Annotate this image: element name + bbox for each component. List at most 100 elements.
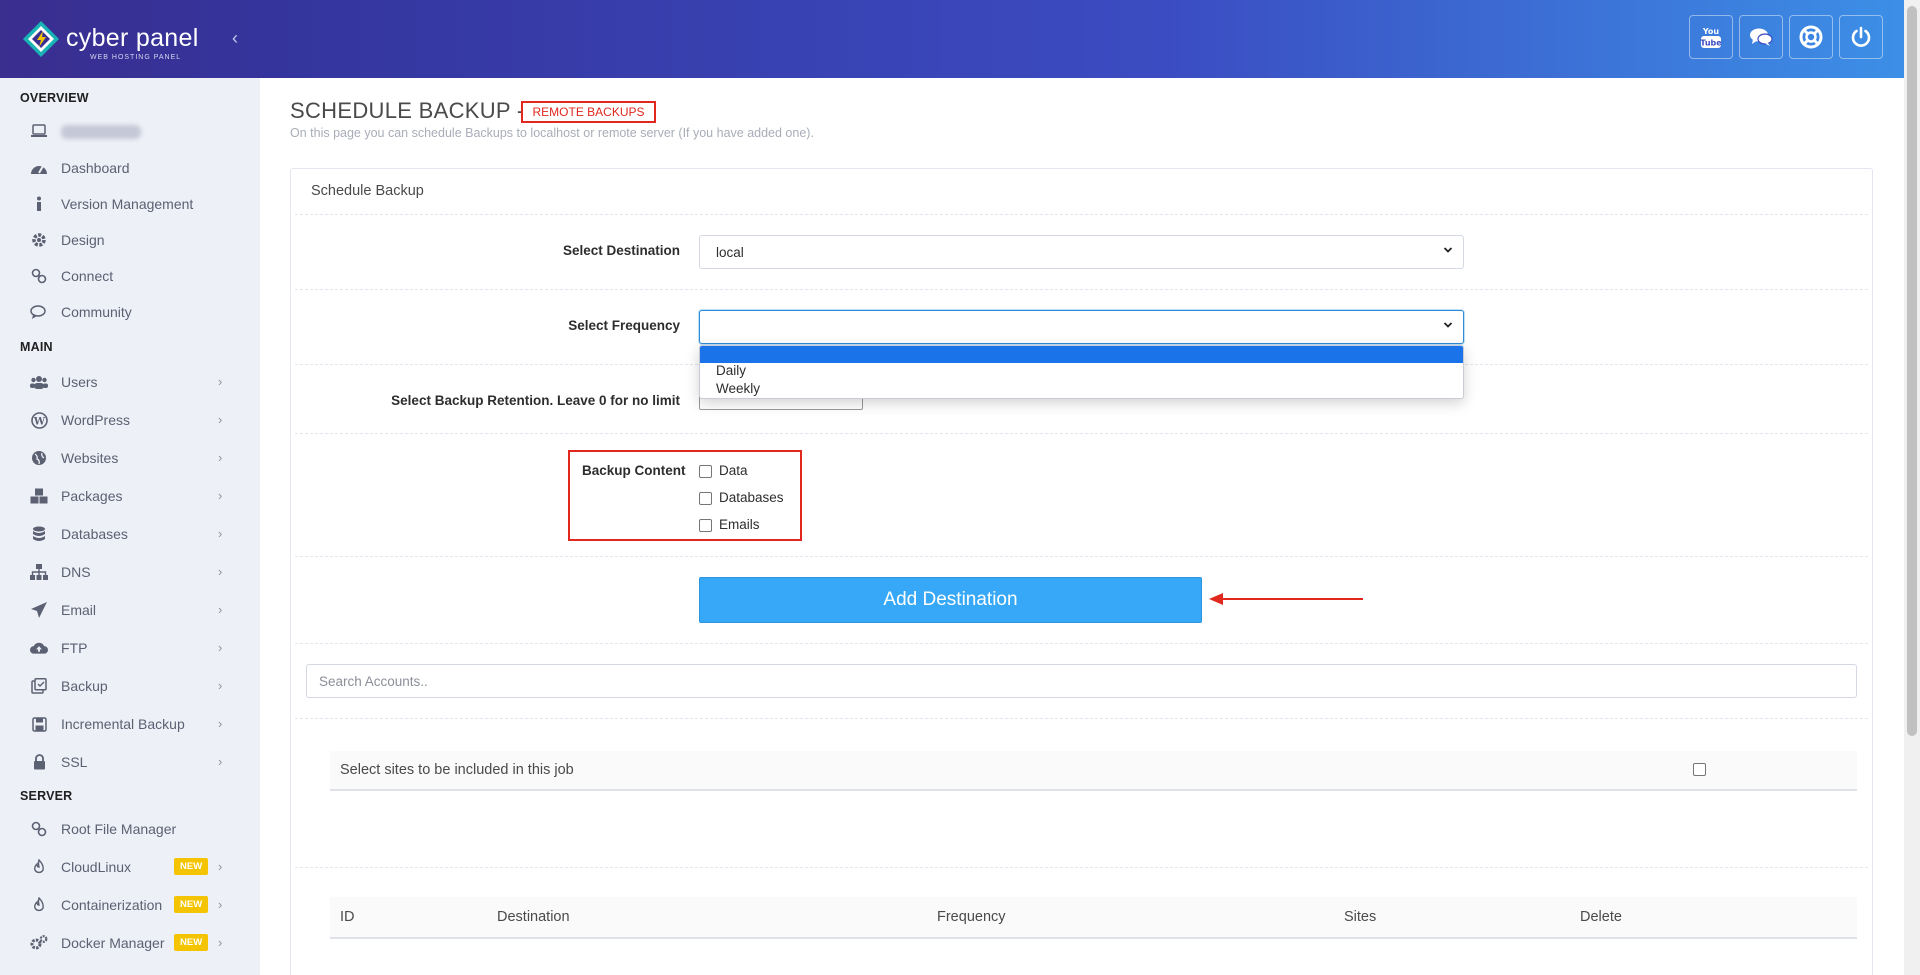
sidebar-item-version-management[interactable]: Version Management (0, 187, 260, 221)
select-all-sites-checkbox[interactable] (1693, 763, 1706, 776)
sidebar-item-websites[interactable]: Websites › (0, 441, 260, 475)
sidebar-item-wordpress[interactable]: W WordPress › (0, 403, 260, 437)
chevron-down-icon (1443, 322, 1453, 328)
frequency-label: Select Frequency (568, 318, 680, 333)
sidebar-item-ssl[interactable]: SSL › (0, 745, 260, 779)
destination-value: local (716, 244, 744, 260)
power-icon (1851, 26, 1871, 47)
support-button[interactable] (1789, 15, 1833, 59)
data-checkbox[interactable] (699, 465, 712, 478)
frequency-option-weekly[interactable]: Weekly (716, 381, 760, 396)
frequency-select[interactable] (699, 310, 1464, 344)
sidebar-item-label: Packages (61, 488, 123, 504)
globe-icon (30, 449, 48, 467)
sidebar-item-email[interactable]: Email › (0, 593, 260, 627)
power-button[interactable] (1839, 15, 1883, 59)
brand-tagline: WEB HOSTING PANEL (90, 54, 182, 61)
chevron-right-icon: › (218, 897, 223, 912)
chat-icon (30, 303, 48, 321)
column-header-id: ID (340, 909, 355, 925)
youtube-button[interactable]: You Tube (1689, 15, 1733, 59)
users-icon (30, 373, 48, 391)
destination-select[interactable]: local (699, 235, 1464, 269)
cloud-upload-icon (30, 639, 48, 657)
sidebar-item-dashboard[interactable]: Dashboard (0, 151, 260, 185)
page-subtitle: On this page you can schedule Backups to… (290, 126, 814, 140)
dropdown-highlight[interactable] (700, 346, 1463, 363)
section-main: MAIN (20, 340, 53, 354)
sidebar-item-label: Databases (61, 526, 128, 542)
sites-label: Select sites to be included in this job (340, 762, 574, 778)
wordpress-icon: W (30, 411, 48, 429)
divider (295, 867, 1868, 868)
sidebar-item-packages[interactable]: Packages › (0, 479, 260, 513)
sidebar-item-label: DNS (61, 564, 91, 580)
sidebar-item-label: Version Management (61, 196, 194, 212)
destination-label: Select Destination (562, 243, 680, 258)
sidebar-item-docker-manager[interactable]: Docker Manager NEW › (0, 926, 260, 960)
packages-icon (30, 487, 48, 505)
sidebar-item-design[interactable]: Design (0, 223, 260, 257)
sidebar-item-root-file-manager[interactable]: Root File Manager (0, 812, 260, 846)
laptop-icon (30, 122, 48, 140)
divider (295, 214, 1868, 215)
new-badge: NEW (174, 858, 209, 875)
fire-icon (30, 896, 48, 914)
link-icon (30, 267, 48, 285)
sidebar-item-label: Containerization (61, 897, 163, 913)
column-header-sites: Sites (1344, 909, 1377, 925)
sidebar-item-label: Dashboard (61, 160, 130, 176)
emails-checkbox[interactable] (699, 519, 712, 532)
sidebar: cyber panel WEB HOSTING PANEL ‹ OVERVIEW… (0, 0, 260, 975)
sidebar-item-label: CloudLinux (61, 859, 132, 875)
chevron-right-icon: › (218, 640, 223, 655)
annotation-arrow-icon (1209, 593, 1363, 605)
sidebar-item-host[interactable] (0, 114, 260, 148)
emails-checkbox-label: Emails (719, 517, 760, 532)
divider (295, 433, 1868, 434)
sidebar-item-label: SSL (61, 754, 88, 770)
save-icon (30, 715, 48, 733)
remote-backups-button[interactable]: REMOTE BACKUPS (521, 101, 656, 123)
sidebar-item-backup[interactable]: Backup › (0, 669, 260, 703)
sidebar-item-label: Docker Manager (61, 935, 165, 951)
sidebar-item-dns[interactable]: DNS › (0, 555, 260, 589)
sidebar-item-connect[interactable]: Connect (0, 259, 260, 293)
sidebar-item-label: Design (61, 232, 105, 248)
sidebar-item-label: Users (61, 374, 98, 390)
dashboard-icon (30, 159, 48, 177)
sidebar-item-label: Community (61, 304, 132, 320)
scrollbar-thumb[interactable] (1907, 6, 1917, 736)
sidebar-item-label: FTP (61, 640, 88, 656)
add-destination-button[interactable]: Add Destination (699, 577, 1202, 623)
sidebar-item-ftp[interactable]: FTP › (0, 631, 260, 665)
search-accounts-input[interactable] (306, 664, 1857, 698)
chevron-down-icon (1443, 247, 1453, 253)
sidebar-item-users[interactable]: Users › (0, 365, 260, 399)
divider (295, 718, 1868, 719)
card-title: Schedule Backup (311, 183, 424, 199)
frequency-option-daily[interactable]: Daily (716, 363, 746, 378)
chevron-right-icon: › (218, 450, 223, 465)
sidebar-collapse-icon[interactable]: ‹ (232, 28, 238, 49)
sidebar-item-databases[interactable]: Databases › (0, 517, 260, 551)
chat-button[interactable] (1739, 15, 1783, 59)
chevron-right-icon: › (218, 602, 223, 617)
sidebar-item-label: Email (61, 602, 97, 618)
sidebar-item-community[interactable]: Community (0, 295, 260, 329)
svg-text:W: W (32, 416, 45, 427)
sidebar-item-containerization[interactable]: Containerization NEW › (0, 888, 260, 922)
databases-checkbox[interactable] (699, 492, 712, 505)
chat-icon (1750, 28, 1773, 46)
sidebar-item-cloudlinux[interactable]: CloudLinux NEW › (0, 850, 260, 884)
brand-name: cyber panel (66, 24, 199, 52)
sidebar-item-label: Incremental Backup (61, 716, 185, 732)
sidebar-item-label: WordPress (61, 412, 130, 428)
chevron-right-icon: › (218, 488, 223, 503)
sidebar-item-incremental-backup[interactable]: Incremental Backup › (0, 707, 260, 741)
chevron-right-icon: › (218, 564, 223, 579)
sidebar-item-label: Connect (61, 268, 114, 284)
page-scrollbar[interactable] (1904, 0, 1920, 975)
cyberpanel-logo-icon (23, 21, 59, 57)
database-icon (30, 525, 48, 543)
